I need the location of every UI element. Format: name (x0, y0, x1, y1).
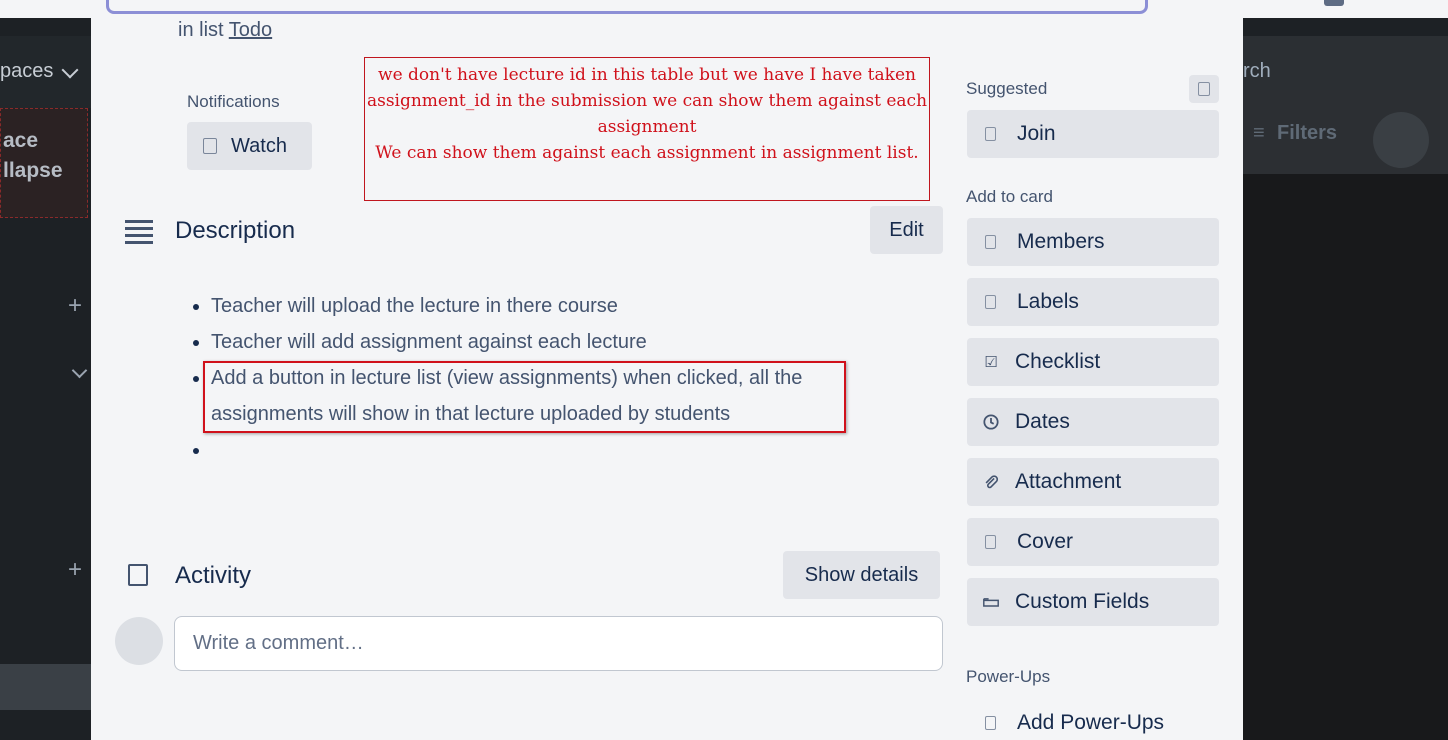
attachment-label: Attachment (1015, 470, 1122, 493)
activity-icon (128, 564, 148, 586)
member-icon (985, 127, 996, 141)
board-header-left: paces (0, 36, 91, 108)
add-power-ups-button[interactable]: Add Power-Ups (967, 699, 1219, 740)
add-to-card-label: Add to card (966, 187, 1053, 206)
dates-button[interactable]: Dates (967, 398, 1219, 446)
edit-description-button[interactable]: Edit (870, 206, 943, 254)
description-icon (125, 220, 153, 244)
checklist-icon: ☑ (984, 354, 998, 371)
chevron-down-icon (61, 61, 79, 79)
comment-input[interactable]: Write a comment… (174, 616, 943, 671)
board-background-right: rch ≡ Filters (1243, 18, 1448, 740)
plus-icon[interactable]: + (68, 556, 82, 584)
search-input[interactable]: rch (1243, 60, 1271, 83)
join-button[interactable]: Join (967, 110, 1219, 158)
suggested-settings-button[interactable] (1189, 75, 1219, 103)
activity-title: Activity (175, 562, 252, 589)
checklist-button[interactable]: ☑ Checklist (967, 338, 1219, 386)
label-icon (985, 295, 996, 309)
board-background-left: paces ace llapse + + (0, 18, 91, 740)
app-badge-icon (1324, 0, 1344, 6)
list-item (211, 432, 891, 468)
settings-icon (1198, 82, 1210, 96)
chevron-down-icon[interactable] (71, 362, 88, 379)
workspaces-menu-label[interactable]: paces (0, 60, 53, 83)
highlight-annotation-box (203, 361, 846, 433)
cover-label: Cover (1017, 530, 1074, 553)
custom-fields-label: Custom Fields (1015, 590, 1150, 613)
watch-label: Watch (231, 134, 287, 157)
annotation-line-2: We can show them against each assignment… (375, 143, 919, 163)
annotation-line-1: we don't have lecture id in this table b… (366, 65, 928, 137)
card-list-info: in list Todo (178, 19, 272, 42)
eye-icon (203, 138, 217, 154)
collapse-panel: ace llapse (0, 108, 88, 218)
in-list-prefix: in list (178, 19, 224, 41)
notifications-label: Notifications (187, 92, 280, 111)
clock-icon (983, 414, 999, 430)
board-canvas (1243, 174, 1448, 740)
power-ups-label: Power-Ups (966, 667, 1051, 686)
members-button[interactable]: Members (967, 218, 1219, 266)
custom-fields-icon (983, 594, 999, 610)
description-title: Description (175, 217, 296, 244)
filter-icon: ≡ (1253, 122, 1265, 144)
custom-fields-button[interactable]: Custom Fields (967, 578, 1219, 626)
member-icon (985, 235, 996, 249)
cover-button[interactable]: Cover (967, 518, 1219, 566)
avatar[interactable] (1373, 112, 1429, 168)
list-item: Teacher will upload the lecture in there… (211, 288, 891, 324)
list-link[interactable]: Todo (229, 19, 272, 41)
add-power-ups-label: Add Power-Ups (1017, 711, 1165, 734)
dates-label: Dates (1015, 410, 1070, 433)
filters-button[interactable]: ≡ Filters (1253, 122, 1337, 145)
card-detail-modal: in list Todo Notifications Watch we don'… (91, 18, 1243, 740)
watch-button[interactable]: Watch (187, 122, 312, 170)
attachment-button[interactable]: Attachment (967, 458, 1219, 506)
collapse-text-2: llapse (3, 159, 63, 182)
card-title-input[interactable] (106, 0, 1148, 14)
paperclip-icon (983, 474, 999, 490)
suggested-label: Suggested (966, 79, 1048, 98)
checklist-label: Checklist (1015, 350, 1101, 373)
join-label: Join (1017, 122, 1056, 145)
labels-button[interactable]: Labels (967, 278, 1219, 326)
annotation-note: we don't have lecture id in this table b… (364, 57, 930, 201)
list-item: Teacher will add assignment against each… (211, 324, 891, 360)
avatar (115, 617, 163, 665)
collapse-text-1: ace (3, 129, 39, 152)
board-list-strip (0, 664, 91, 710)
power-up-icon (985, 716, 996, 730)
filters-label: Filters (1277, 122, 1338, 144)
members-label: Members (1017, 230, 1105, 253)
cover-icon (985, 535, 996, 549)
show-details-button[interactable]: Show details (783, 551, 940, 599)
plus-icon[interactable]: + (68, 292, 82, 320)
labels-label: Labels (1017, 290, 1079, 313)
